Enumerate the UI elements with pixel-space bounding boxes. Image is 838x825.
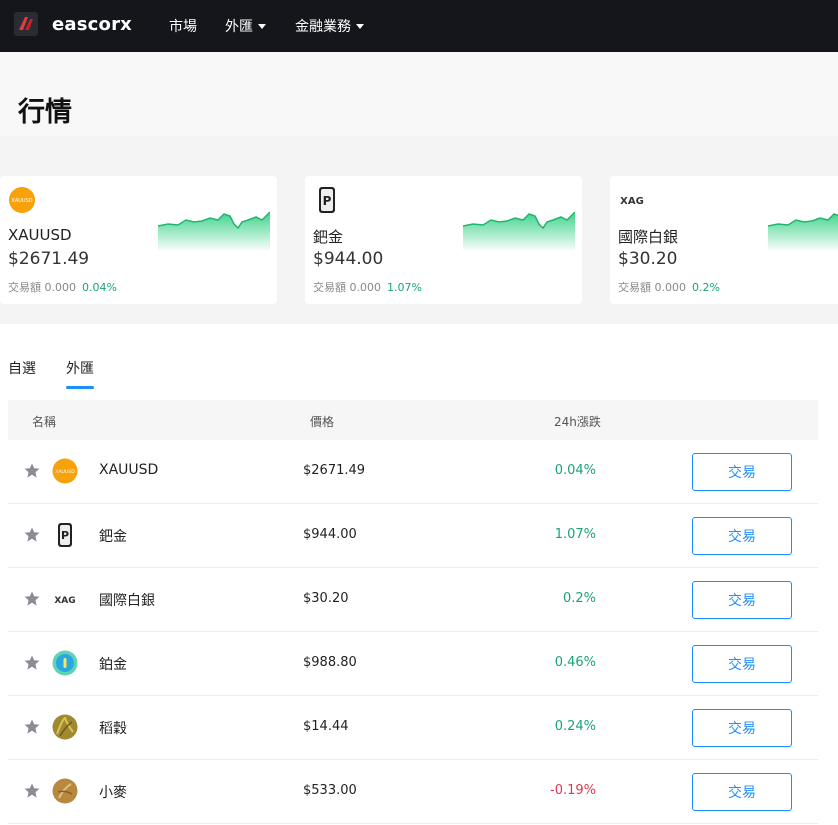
instrument-name: 小麥 xyxy=(99,785,127,801)
xauusd-coin-icon: XAUUSD xyxy=(52,458,78,484)
card-volume: 交易額 0.000 xyxy=(8,281,76,294)
active-tab-indicator xyxy=(66,386,94,389)
rice-photo-icon xyxy=(52,714,78,740)
instrument-price: $30.20 xyxy=(303,591,349,606)
trade-button[interactable]: 交易 xyxy=(692,453,792,491)
instrument-name: 稻穀 xyxy=(99,721,127,737)
page-title: 行情 xyxy=(18,97,72,128)
instrument-change: 0.24% xyxy=(554,719,596,734)
xag-text-icon: XAG xyxy=(54,596,75,606)
chevron-down-icon xyxy=(258,24,266,29)
ticker-card[interactable]: P 鈀金 $944.00 交易額 0.000 1.07% xyxy=(305,176,582,304)
card-change: 1.07% xyxy=(387,281,422,294)
trade-button[interactable]: 交易 xyxy=(692,773,792,811)
instrument-change: 0.04% xyxy=(554,463,596,478)
instrument-change: 0.2% xyxy=(562,591,596,606)
nav-financial-services[interactable]: 金融業務 xyxy=(295,16,364,36)
brand-name[interactable]: eascorx xyxy=(52,14,132,35)
platinum-coin-icon xyxy=(52,650,78,676)
svg-text:P: P xyxy=(61,529,69,542)
card-name: 鈀金 xyxy=(313,228,344,246)
card-volume: 交易額 0.000 xyxy=(313,281,381,294)
sparkline-chart xyxy=(463,211,575,250)
instrument-price: $944.00 xyxy=(303,527,357,542)
table-row[interactable]: XAUUSD XAUUSD $2671.49 0.04% 交易 xyxy=(8,440,818,504)
card-price: $30.20 xyxy=(618,249,678,269)
instrument-price: $533.00 xyxy=(303,783,357,798)
instrument-price: $14.44 xyxy=(303,719,349,734)
instrument-price: $988.80 xyxy=(303,655,357,670)
tab-forex[interactable]: 外匯 xyxy=(66,358,94,378)
trade-button[interactable]: 交易 xyxy=(692,709,792,747)
column-header-change: 24h漲跌 xyxy=(554,415,601,429)
star-icon[interactable] xyxy=(23,526,41,544)
instrument-change: -0.19% xyxy=(550,783,596,798)
coin-text: XAUUSD xyxy=(55,469,75,475)
nav-financial-services-label: 金融業務 xyxy=(295,19,351,35)
title-band: 行情 xyxy=(0,52,838,136)
instrument-name: 國際白銀 xyxy=(99,593,155,609)
table-row[interactable]: 鉑金 $988.80 0.46% 交易 xyxy=(8,632,818,696)
sparkline-area xyxy=(768,214,838,250)
table-row[interactable]: 稻穀 $14.44 0.24% 交易 xyxy=(8,696,818,760)
nav-market[interactable]: 市場 xyxy=(169,16,197,36)
instrument-change: 0.46% xyxy=(554,655,596,670)
card-price: $944.00 xyxy=(313,249,384,269)
card-name: 國際白銀 xyxy=(618,228,679,246)
sparkline-chart xyxy=(158,211,270,250)
svg-text:P: P xyxy=(323,194,332,208)
palladium-bar-icon: P xyxy=(319,187,335,213)
ticker-card-text: P 鈀金 $944.00 交易額 0.000 1.07% xyxy=(313,176,463,304)
eascorx-logo-icon[interactable] xyxy=(14,12,38,36)
column-header-name: 名稱 xyxy=(32,415,57,429)
xag-text: XAG xyxy=(54,596,75,606)
card-meta: 交易額 0.000 0.2% xyxy=(618,279,720,295)
top-navbar: eascorx 市場 外匯 金融業務 xyxy=(0,0,838,52)
card-volume: 交易額 0.000 xyxy=(618,281,686,294)
column-header-price: 價格 xyxy=(310,415,335,429)
instrument-change: 1.07% xyxy=(554,527,596,542)
card-name: XAUUSD xyxy=(8,226,72,244)
card-price: $2671.49 xyxy=(8,249,90,269)
table-row[interactable]: P 鈀金 $944.00 1.07% 交易 xyxy=(8,504,818,568)
card-meta: 交易額 0.000 1.07% xyxy=(313,279,422,295)
wheat-photo-icon xyxy=(52,778,78,804)
trade-button[interactable]: 交易 xyxy=(692,645,792,683)
ticker-card[interactable]: XAG 國際白銀 $30.20 交易額 0.000 0.2% xyxy=(610,176,838,304)
card-change: 0.04% xyxy=(82,281,117,294)
star-icon[interactable] xyxy=(23,654,41,672)
card-change: 0.2% xyxy=(692,281,720,294)
table-header: 名稱 價格 24h漲跌 xyxy=(8,400,818,440)
chevron-down-icon xyxy=(356,24,364,29)
coin-text: XAUUSD xyxy=(11,198,32,204)
nav-forex-label: 外匯 xyxy=(225,19,253,35)
star-icon[interactable] xyxy=(23,782,41,800)
palladium-bar-icon: P xyxy=(58,523,72,547)
star-icon[interactable] xyxy=(23,462,41,480)
trade-button[interactable]: 交易 xyxy=(692,517,792,555)
xag-text-icon: XAG xyxy=(620,196,644,207)
sparkline-chart xyxy=(768,213,838,250)
nav-forex[interactable]: 外匯 xyxy=(225,16,266,36)
instrument-name: 鈀金 xyxy=(99,529,127,545)
table-row[interactable]: 小麥 $533.00 -0.19% 交易 xyxy=(8,760,818,824)
card-meta: 交易額 0.000 0.04% xyxy=(8,279,117,295)
star-icon[interactable] xyxy=(23,590,41,608)
table-row[interactable]: XAG 國際白銀 $30.20 0.2% 交易 xyxy=(8,568,818,632)
ticker-card[interactable]: XAUUSD XAUUSD $2671.49 交易額 0.000 0.04% xyxy=(0,176,277,304)
instrument-price: $2671.49 xyxy=(303,463,366,478)
xauusd-coin-icon: XAUUSD xyxy=(9,187,35,213)
ticker-card-text: XAUUSD XAUUSD $2671.49 交易額 0.000 0.04% xyxy=(8,176,158,304)
instrument-name: XAUUSD xyxy=(99,462,159,478)
xag-text: XAG xyxy=(620,196,644,207)
trade-button[interactable]: 交易 xyxy=(692,581,792,619)
star-icon[interactable] xyxy=(23,718,41,736)
instrument-name: 鉑金 xyxy=(99,657,127,673)
ticker-card-text: XAG 國際白銀 $30.20 交易額 0.000 0.2% xyxy=(618,176,768,304)
tab-watchlist[interactable]: 自選 xyxy=(8,358,36,378)
ticker-cards: XAUUSD XAUUSD $2671.49 交易額 0.000 0.04% P … xyxy=(0,136,838,324)
